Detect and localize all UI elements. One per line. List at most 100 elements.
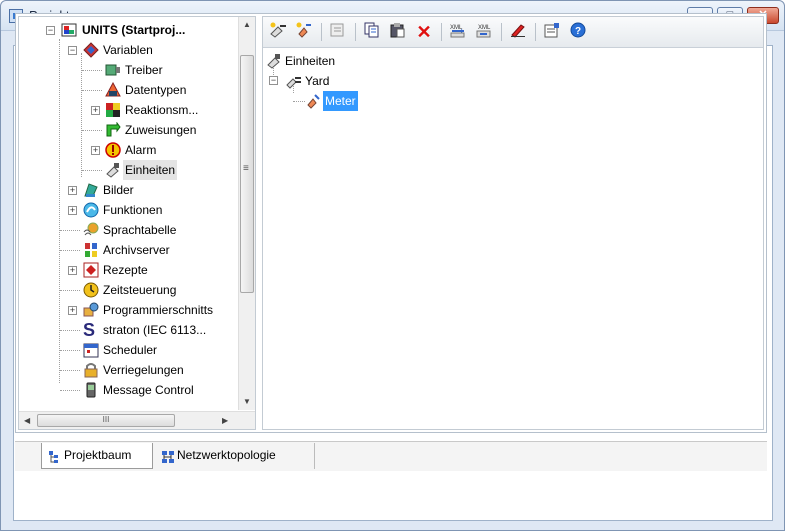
toolbar-separator [321, 23, 322, 41]
vertical-scroll-thumb[interactable]: ≡ [240, 55, 254, 293]
tree-label: Rezepte [103, 263, 148, 277]
units-tree-meter[interactable]: Meter [263, 91, 563, 111]
straton-icon: S [83, 320, 96, 340]
vertical-scrollbar[interactable]: ▲ ≡ ▼ [238, 17, 255, 410]
expand-toggle[interactable]: + [91, 106, 100, 115]
tree-label: Zeitsteuerung [103, 283, 177, 297]
tree-item-rezepte[interactable]: + Rezepte [19, 260, 239, 280]
collapse-toggle[interactable]: − [46, 26, 55, 35]
project-manager-window: Projektmanager ▭ □ ✕ − UNITS (Startproj.… [0, 0, 785, 531]
expand-toggle[interactable]: + [91, 146, 100, 155]
expand-toggle[interactable]: + [68, 306, 77, 315]
tree-label: Funktionen [103, 203, 163, 217]
units-tree: Einheiten − Yard Meter [263, 51, 763, 429]
new-unit-icon[interactable] [267, 22, 289, 42]
tree-item-variablen[interactable]: − Variablen [19, 40, 239, 60]
horizontal-scroll-thumb[interactable]: III [37, 414, 175, 427]
alarm-icon [105, 142, 121, 158]
tree-label: Zuweisungen [125, 123, 197, 137]
expand-toggle[interactable]: + [68, 186, 77, 195]
copy-icon[interactable] [361, 22, 383, 42]
tab-label: Projektbaum [64, 448, 132, 462]
help-icon[interactable]: ? [567, 22, 589, 42]
tree-connector [82, 70, 102, 71]
project-icon [61, 22, 77, 38]
tree-connector [60, 370, 80, 371]
tree-item-scheduler[interactable]: Scheduler [19, 340, 239, 360]
toolbar-separator [501, 23, 502, 41]
toolbar-separator [355, 23, 356, 41]
tree-connector [60, 230, 80, 231]
tree-label: Variablen [103, 43, 153, 57]
message-control-icon [83, 382, 99, 398]
tree-item-root[interactable]: − UNITS (Startproj... [19, 20, 239, 40]
collapse-toggle[interactable]: − [68, 46, 77, 55]
edit-icon[interactable] [327, 22, 349, 42]
tree-item-verriegelungen[interactable]: Verriegelungen [19, 360, 239, 380]
scroll-right-arrow-icon[interactable]: ▶ [222, 417, 228, 425]
tree-item-archivserver[interactable]: Archivserver [19, 240, 239, 260]
export-xml-icon[interactable]: XML [473, 22, 495, 42]
scroll-up-arrow-icon[interactable]: ▲ [243, 21, 251, 29]
paste-icon[interactable] [387, 22, 409, 42]
collapse-toggle[interactable]: − [269, 76, 278, 85]
tree-item-zuweisungen[interactable]: Zuweisungen [19, 120, 239, 140]
tree-item-zeitsteuerung[interactable]: Zeitsteuerung [19, 280, 239, 300]
tree-item-funktionen[interactable]: + Funktionen [19, 200, 239, 220]
expand-toggle[interactable]: + [68, 266, 77, 275]
detail-pane: ✕ XML XML ? Einheiten − Yard Meter [262, 16, 764, 430]
svg-text:?: ? [575, 26, 581, 37]
tree-label: Verriegelungen [103, 363, 184, 377]
tree-item-datentypen[interactable]: Datentypen [19, 80, 239, 100]
tree-connector [82, 170, 102, 171]
tree-item-bilder[interactable]: + Bilder [19, 180, 239, 200]
time-control-icon [83, 282, 99, 298]
project-tree: − UNITS (Startproj... − Variablen Treibe… [19, 17, 239, 410]
scroll-down-arrow-icon[interactable]: ▼ [243, 398, 251, 406]
tree-label: Message Control [103, 383, 194, 397]
tree-label: Bilder [103, 183, 134, 197]
network-icon [161, 448, 174, 463]
tree-item-alarm[interactable]: + Alarm [19, 140, 239, 160]
svg-text:XML: XML [478, 25, 491, 31]
tree-connector [82, 130, 102, 131]
tree-connector [82, 90, 102, 91]
tab-netzwerktopologie[interactable]: Netzwerktopologie [155, 443, 315, 469]
tab-label: Netzwerktopologie [177, 448, 276, 462]
units-tree-root[interactable]: Einheiten [263, 51, 563, 71]
units-tree-yard[interactable]: − Yard [263, 71, 563, 91]
properties-icon[interactable] [541, 22, 563, 42]
tree-label: Datentypen [125, 83, 187, 97]
tree-item-sprachtabelle[interactable]: Sprachtabelle [19, 220, 239, 240]
toolbar-separator [441, 23, 442, 41]
assignments-icon [105, 121, 121, 138]
tree-item-programmierschnittstellen[interactable]: + Programmierschnitts [19, 300, 239, 320]
interlocking-icon [83, 362, 99, 378]
units-icon [266, 53, 282, 69]
datatypes-icon [105, 81, 121, 98]
tree-connector [60, 330, 80, 331]
tree-label: Programmierschnitts [103, 303, 214, 317]
tree-label: UNITS (Startproj... [82, 23, 186, 37]
scroll-grip-icon: ≡ [243, 163, 249, 174]
horizontal-scrollbar[interactable]: ◀ III ▶ [19, 411, 255, 429]
tab-projektbaum[interactable]: Projektbaum [41, 443, 153, 469]
tab-bar: Projektbaum Netzwerktopologie [15, 441, 767, 471]
rename-icon[interactable] [507, 22, 529, 42]
tree-item-straton[interactable]: S straton (IEC 6113... [19, 320, 239, 340]
archive-server-icon [83, 242, 99, 258]
tree-label: Alarm [125, 143, 157, 157]
tree-icon [48, 448, 60, 463]
expand-toggle[interactable]: + [68, 206, 77, 215]
tree-connector [60, 250, 80, 251]
tree-item-einheiten[interactable]: Einheiten [19, 160, 239, 180]
import-xml-icon[interactable]: XML [447, 22, 469, 42]
new-conversion-icon[interactable] [293, 22, 315, 42]
driver-icon [105, 62, 121, 78]
tree-label: Archivserver [103, 243, 170, 257]
tree-item-message-control[interactable]: Message Control [19, 380, 239, 400]
tree-item-reaktionsmatrix[interactable]: + Reaktionsm... [19, 100, 239, 120]
scroll-left-arrow-icon[interactable]: ◀ [24, 417, 30, 425]
tree-item-treiber[interactable]: Treiber [19, 60, 239, 80]
delete-icon[interactable]: ✕ [413, 22, 435, 42]
